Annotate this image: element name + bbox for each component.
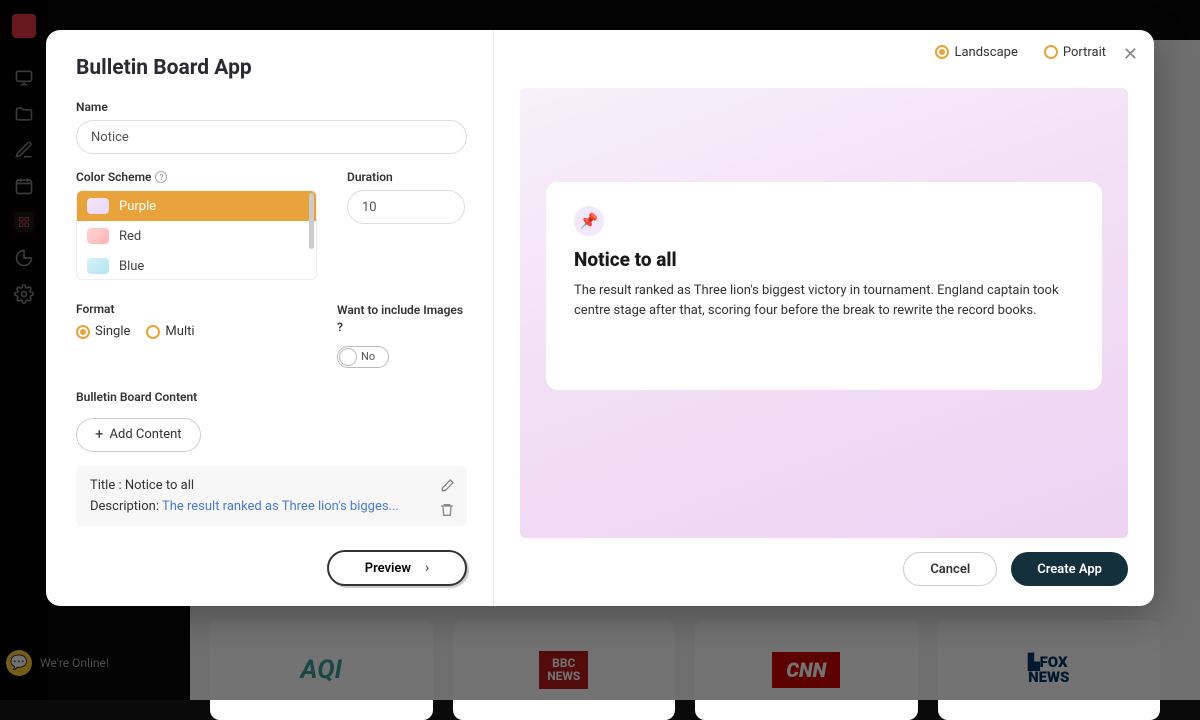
format-option-single[interactable]: Single [76, 324, 130, 339]
radio-icon [935, 45, 949, 59]
color-option-red[interactable]: Red [77, 221, 316, 251]
images-question-label: Want to include Images ? [337, 302, 467, 336]
color-scheme-label: Color Scheme ? [76, 170, 317, 184]
pin-icon: 📌 [574, 206, 604, 236]
content-item-title: Title : Notice to all [90, 478, 453, 493]
radio-icon [76, 325, 90, 339]
name-label: Name [76, 100, 467, 114]
orientation-portrait[interactable]: Portrait [1044, 45, 1106, 60]
cancel-button[interactable]: Cancel [903, 552, 997, 586]
swatch-icon [87, 198, 109, 214]
plus-icon: + [95, 427, 104, 442]
create-app-button[interactable]: Create App [1011, 552, 1128, 586]
orientation-selector: Landscape Portrait [935, 28, 1106, 76]
name-input[interactable] [76, 120, 467, 154]
duration-input[interactable] [347, 190, 465, 224]
preview-button[interactable]: Preview› [327, 550, 467, 586]
color-option-blue[interactable]: Blue [77, 251, 316, 280]
format-label: Format [76, 302, 307, 316]
close-icon[interactable]: ✕ [1123, 44, 1138, 65]
color-scheme-list[interactable]: Purple Red Blue [76, 190, 317, 280]
bulletin-modal: Bulletin Board App Name Color Scheme ? P… [46, 30, 1154, 606]
color-option-purple[interactable]: Purple [77, 191, 316, 221]
duration-label: Duration [347, 170, 467, 184]
modal-title: Bulletin Board App [76, 56, 467, 80]
content-item-description: Description: The result ranked as Three … [90, 499, 453, 514]
delete-content-icon[interactable] [439, 502, 455, 518]
edit-content-icon[interactable] [439, 478, 455, 494]
swatch-icon [87, 258, 109, 274]
content-item-card: Title : Notice to all Description: The r… [76, 466, 467, 526]
help-icon[interactable]: ? [155, 171, 167, 183]
format-option-multi[interactable]: Multi [146, 324, 194, 339]
modal-preview-panel: Landscape Portrait ✕ 📌 Notice to all The… [494, 30, 1154, 606]
toggle-knob [339, 348, 357, 366]
preview-body: The result ranked as Three lion's bigges… [574, 281, 1074, 320]
chevron-right-icon: › [425, 560, 429, 576]
swatch-icon [87, 228, 109, 244]
images-toggle[interactable]: No [337, 346, 389, 368]
preview-card: 📌 Notice to all The result ranked as Thr… [546, 182, 1102, 390]
preview-pane: 📌 Notice to all The result ranked as Thr… [520, 88, 1128, 538]
orientation-landscape[interactable]: Landscape [935, 45, 1017, 60]
content-label: Bulletin Board Content [76, 390, 467, 404]
modal-footer: Cancel Create App [520, 552, 1128, 586]
preview-title: Notice to all [574, 248, 1074, 271]
add-content-button[interactable]: +Add Content [76, 418, 201, 452]
radio-icon [146, 325, 160, 339]
radio-icon [1044, 45, 1058, 59]
modal-form: Bulletin Board App Name Color Scheme ? P… [46, 30, 494, 606]
